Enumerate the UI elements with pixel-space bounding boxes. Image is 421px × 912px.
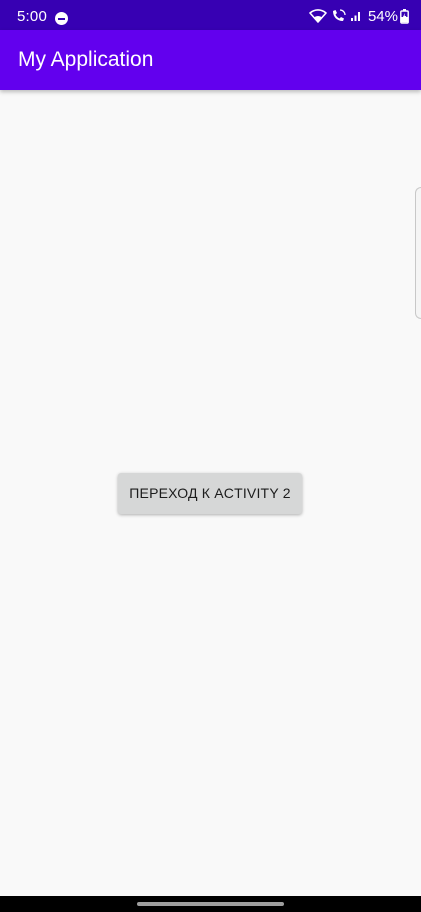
- wifi-icon: [309, 9, 327, 23]
- status-icons: 54%: [309, 6, 409, 26]
- status-bar: 5:00 54%: [0, 0, 421, 30]
- do-not-disturb-icon: [55, 12, 68, 25]
- signal-icon: [350, 10, 362, 22]
- navigation-bar: [0, 896, 421, 912]
- app-title: My Application: [18, 48, 154, 71]
- app-bar: My Application: [0, 30, 421, 90]
- home-gesture-handle[interactable]: [137, 902, 284, 906]
- edge-panel-handle[interactable]: [415, 187, 421, 319]
- phone-screen: 5:00 54% My Application ПЕРЕХОД К ACTIVI…: [0, 0, 421, 912]
- battery-charging-icon: [400, 8, 409, 24]
- battery-percentage: 54%: [367, 7, 398, 25]
- go-to-activity-2-button[interactable]: ПЕРЕХОД К ACTIVITY 2: [118, 473, 302, 514]
- status-time: 5:00: [17, 8, 47, 25]
- wifi-calling-icon: [331, 9, 346, 23]
